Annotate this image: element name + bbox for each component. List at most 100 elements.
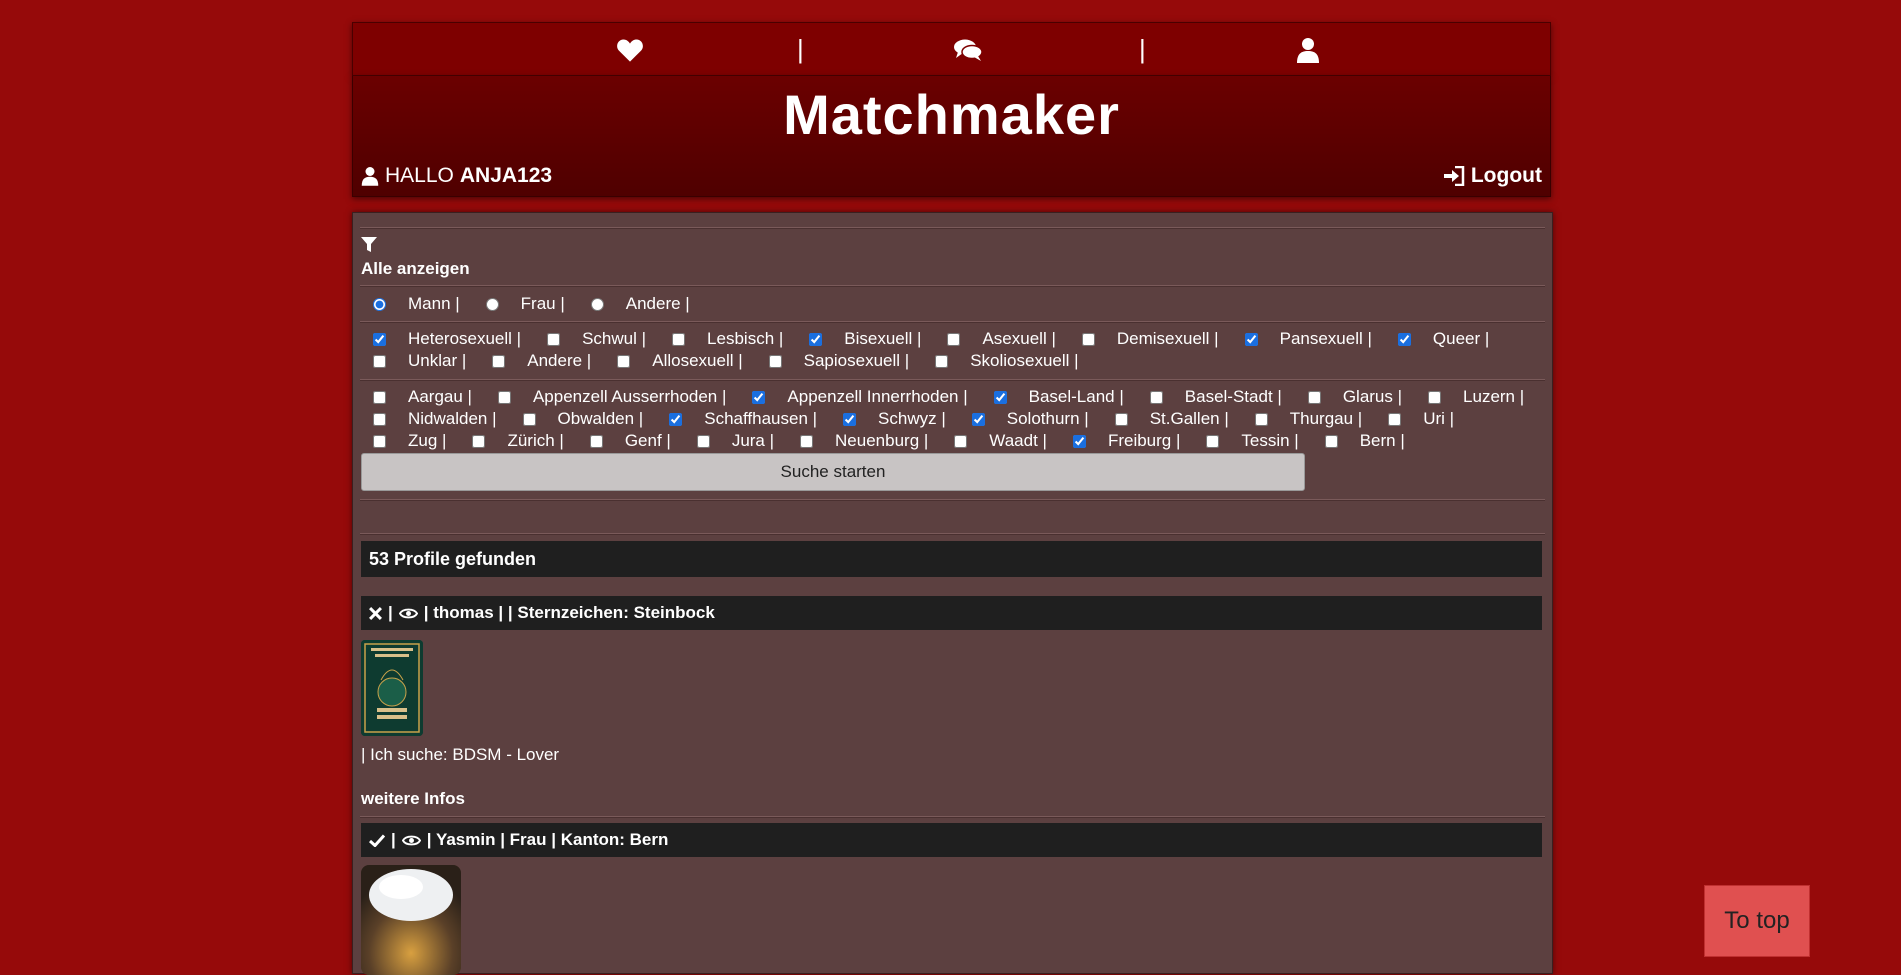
canton-checkbox[interactable] [1072,435,1086,449]
orientation-option[interactable]: Queer | [1386,328,1489,350]
orientation-checkbox[interactable] [947,333,961,347]
check-icon[interactable] [369,833,385,847]
canton-checkbox[interactable] [993,391,1007,405]
canton-checkbox[interactable] [373,391,386,405]
canton-checkbox[interactable] [1307,391,1321,405]
canton-option[interactable]: Aargau | [361,386,472,408]
canton-option[interactable]: Basel-Land | [982,386,1124,408]
orientation-option[interactable]: Bisexuell | [797,328,921,350]
orientation-checkbox[interactable] [1081,333,1095,347]
canton-checkbox[interactable] [589,435,603,449]
user-icon[interactable] [1293,37,1323,63]
canton-checkbox[interactable] [696,435,710,449]
orientation-checkbox[interactable] [809,333,823,347]
canton-option[interactable]: Appenzell Innerrhoden | [740,386,968,408]
canton-checkbox[interactable] [1388,413,1402,427]
orientation-checkbox[interactable] [492,355,506,369]
canton-option[interactable]: Waadt | [942,430,1047,452]
canton-checkbox[interactable] [843,413,857,427]
canton-option[interactable]: Genf | [578,430,671,452]
gender-option[interactable]: Mann | [361,293,460,315]
canton-checkbox[interactable] [1149,391,1163,405]
canton-checkbox[interactable] [522,413,536,427]
canton-checkbox[interactable] [1324,435,1338,449]
canton-checkbox[interactable] [1254,413,1268,427]
more-info-link[interactable]: weitere Infos [361,789,465,809]
canton-option[interactable]: Schwyz | [831,408,946,430]
canton-option[interactable]: Glarus | [1296,386,1402,408]
canton-checkbox[interactable] [800,435,814,449]
gender-radio[interactable] [590,298,604,312]
orientation-option[interactable]: Skoliosexuell | [923,350,1079,372]
gender-option[interactable]: Andere | [579,293,690,315]
logout-link[interactable]: Logout [1443,164,1542,188]
canton-option[interactable]: Obwalden | [511,408,643,430]
search-button[interactable]: Suche starten [361,453,1305,491]
orientation-option[interactable]: Heterosexuell | [361,328,521,350]
canton-option[interactable]: Uri | [1376,408,1454,430]
orientation-option[interactable]: Demisexuell | [1070,328,1219,350]
orientation-option[interactable]: Schwul | [535,328,646,350]
profile-summary[interactable]: | thomas | | Sternzeichen: Steinbock [424,596,715,630]
orientation-checkbox[interactable] [373,333,386,347]
orientation-option[interactable]: Pansexuell | [1233,328,1372,350]
filter-icon[interactable] [361,237,377,258]
canton-checkbox[interactable] [497,391,511,405]
orientation-option[interactable]: Unklar | [361,350,466,372]
orientation-option[interactable]: Lesbisch | [660,328,783,350]
orientation-checkbox[interactable] [768,355,782,369]
canton-checkbox[interactable] [1428,391,1442,405]
orientation-checkbox[interactable] [617,355,631,369]
canton-option[interactable]: Tessin | [1194,430,1299,452]
canton-option[interactable]: Bern | [1313,430,1405,452]
canton-option[interactable]: Schaffhausen | [657,408,817,430]
orientation-option[interactable]: Asexuell | [935,328,1056,350]
search-panel: Alle anzeigen Mann | Frau | Andere | Heter… [352,212,1553,975]
canton-option[interactable]: Zürich | [460,430,564,452]
canton-option[interactable]: Nidwalden | [361,408,497,430]
canton-checkbox[interactable] [373,435,386,449]
canton-checkbox[interactable] [1206,435,1220,449]
eye-icon[interactable] [401,834,421,847]
orientation-checkbox[interactable] [935,355,949,369]
canton-option[interactable]: Neuenburg | [788,430,928,452]
orientation-checkbox[interactable] [547,333,561,347]
canton-option[interactable]: St.Gallen | [1103,408,1229,430]
canton-option[interactable]: Zug | [361,430,446,452]
orientation-checkbox[interactable] [672,333,686,347]
canton-option[interactable]: Luzern | [1416,386,1524,408]
canton-option[interactable]: Solothurn | [960,408,1089,430]
orientation-option[interactable]: Allosexuell | [605,350,743,372]
close-icon[interactable] [369,606,382,620]
canton-option[interactable]: Freiburg | [1061,430,1180,452]
profile-summary[interactable]: | Yasmin | Frau | Kanton: Bern [427,823,669,857]
canton-checkbox[interactable] [669,413,683,427]
comments-icon[interactable] [953,37,983,63]
orientation-checkbox[interactable] [1244,333,1258,347]
canton-checkbox[interactable] [954,435,968,449]
orientation-option[interactable]: Andere | [480,350,591,372]
canton-checkbox[interactable] [971,413,985,427]
orientation-checkbox[interactable] [1397,333,1411,347]
canton-option[interactable]: Thurgau | [1243,408,1362,430]
heart-icon[interactable] [615,37,645,63]
canton-option[interactable]: Jura | [685,430,774,452]
profile-image[interactable] [361,640,423,736]
canton-checkbox[interactable] [472,435,486,449]
canton-option[interactable]: Appenzell Ausserrhoden | [486,386,726,408]
separator: | [388,603,393,622]
canton-option[interactable]: Basel-Stadt | [1138,386,1282,408]
orientation-option[interactable]: Sapiosexuell | [757,350,909,372]
gender-radio[interactable] [485,298,499,312]
to-top-button[interactable]: To top [1704,885,1810,957]
gender-option[interactable]: Frau | [474,293,565,315]
canton-label: Glarus | [1342,387,1403,406]
gender-radio[interactable] [373,298,386,312]
canton-checkbox[interactable] [1114,413,1128,427]
eye-icon[interactable] [398,607,418,620]
canton-checkbox[interactable] [752,391,766,405]
orientation-checkbox[interactable] [373,355,386,369]
canton-checkbox[interactable] [373,413,386,427]
show-all-link[interactable]: Alle anzeigen [361,259,470,279]
profile-image[interactable] [361,865,461,975]
